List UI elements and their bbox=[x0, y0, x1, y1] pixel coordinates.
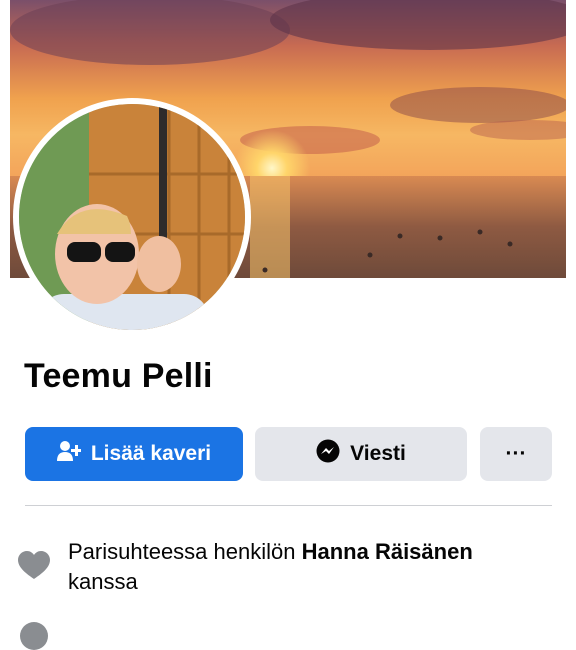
avatar[interactable] bbox=[19, 104, 245, 330]
add-friend-icon bbox=[56, 440, 82, 468]
add-friend-button[interactable]: Lisää kaveri bbox=[25, 427, 243, 481]
relationship-prefix: Parisuhteessa henkilön bbox=[68, 539, 302, 564]
add-friend-label: Lisää kaveri bbox=[90, 442, 212, 465]
more-icon: ··· bbox=[505, 442, 527, 465]
messenger-icon bbox=[316, 439, 340, 469]
relationship-suffix: kanssa bbox=[68, 569, 138, 594]
heart-icon bbox=[18, 551, 50, 581]
relationship-partner-link[interactable]: Hanna Räisänen bbox=[302, 539, 473, 564]
message-button[interactable]: Viesti bbox=[255, 427, 467, 481]
section-divider bbox=[25, 505, 552, 506]
relationship-text: Parisuhteessa henkilön Hanna Räisänen ka… bbox=[68, 537, 548, 597]
next-info-icon bbox=[20, 622, 48, 650]
profile-picture-frame bbox=[13, 98, 251, 336]
more-options-button[interactable]: ··· bbox=[480, 427, 552, 481]
profile-name: Teemu Pelli bbox=[24, 357, 213, 395]
message-label: Viesti bbox=[350, 442, 406, 465]
